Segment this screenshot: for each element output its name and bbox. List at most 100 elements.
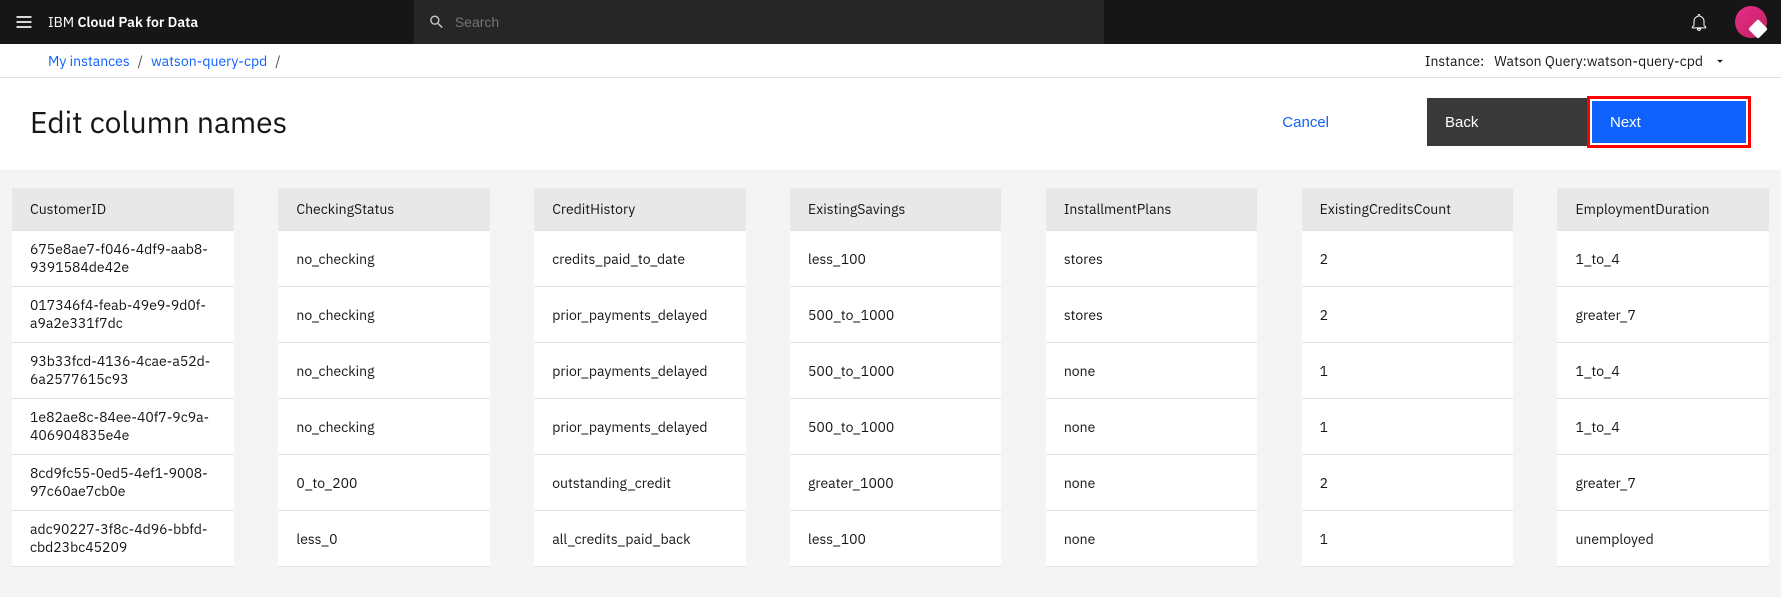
column-gap <box>746 343 790 399</box>
table-cell: less_0 <box>278 511 489 567</box>
titlebar: Edit column names Cancel Back Next <box>0 78 1781 170</box>
table-row[interactable]: adc90227-3f8c-4d96-bbfd-cbd23bc45209 less… <box>12 511 1769 567</box>
hamburger-icon <box>14 12 34 32</box>
instance-label: Instance: <box>1425 52 1484 70</box>
instance-value: Watson Query:watson-query-cpd <box>1494 52 1703 70</box>
column-gap <box>746 511 790 567</box>
column-gap <box>1513 455 1557 511</box>
column-header-employmentduration[interactable]: EmploymentDuration <box>1557 188 1769 231</box>
header-right <box>1679 0 1781 44</box>
next-button[interactable]: Next <box>1592 101 1746 143</box>
table-cell: greater_7 <box>1557 455 1769 511</box>
table-cell: credits_paid_to_date <box>534 231 745 287</box>
column-gap <box>1513 231 1557 287</box>
table-cell: 1 <box>1302 343 1513 399</box>
back-button[interactable]: Back <box>1427 98 1587 146</box>
notifications-button[interactable] <box>1679 0 1719 44</box>
search-icon <box>428 13 445 31</box>
table-cell: none <box>1046 455 1257 511</box>
table-row[interactable]: 8cd9fc55-0ed5-4ef1-9008-97c60ae7cb0e 0_to… <box>12 455 1769 511</box>
subheader: My instances / watson-query-cpd / Instan… <box>0 44 1781 78</box>
cancel-button[interactable]: Cancel <box>1254 100 1357 145</box>
column-gap <box>1001 188 1045 231</box>
table-area: CustomerID CheckingStatus CreditHistory … <box>0 170 1781 597</box>
column-header-existingcreditscount[interactable]: ExistingCreditsCount <box>1302 188 1513 231</box>
breadcrumb-sep: / <box>138 52 143 70</box>
search-input[interactable] <box>455 14 1090 30</box>
column-gap <box>1257 287 1301 343</box>
table-cell: no_checking <box>278 399 489 455</box>
table-row[interactable]: 017346f4-feab-49e9-9d0f-a9a2e331f7dcno_c… <box>12 287 1769 343</box>
breadcrumb: My instances / watson-query-cpd / <box>48 52 281 70</box>
column-header-credithistory[interactable]: CreditHistory <box>534 188 745 231</box>
column-header-existingsavings[interactable]: ExistingSavings <box>790 188 1001 231</box>
table-cell: prior_payments_delayed <box>534 343 745 399</box>
table-row[interactable]: 93b33fcd-4136-4cae-a52d-6a2577615c93no_c… <box>12 343 1769 399</box>
column-header-customerid[interactable]: CustomerID <box>12 188 234 231</box>
column-header-checkingstatus[interactable]: CheckingStatus <box>278 188 489 231</box>
column-gap <box>746 231 790 287</box>
table-cell: greater_1000 <box>790 455 1001 511</box>
bell-icon <box>1689 12 1709 32</box>
table-body: 675e8ae7-f046-4df9-aab8-9391584de42e no_c… <box>12 231 1769 567</box>
column-gap <box>1001 455 1045 511</box>
table-cell: stores <box>1046 231 1257 287</box>
column-gap <box>1513 287 1557 343</box>
column-gap <box>490 455 534 511</box>
breadcrumb-my-instances[interactable]: My instances <box>48 52 130 70</box>
column-gap <box>490 343 534 399</box>
search-box[interactable] <box>414 0 1104 44</box>
page-title: Edit column names <box>30 103 287 142</box>
column-gap <box>1257 343 1301 399</box>
table-cell: 675e8ae7-f046-4df9-aab8-9391584de42e <box>12 231 234 287</box>
column-gap <box>1257 455 1301 511</box>
table-cell: 2 <box>1302 455 1513 511</box>
column-header-installmentplans[interactable]: InstallmentPlans <box>1046 188 1257 231</box>
table-cell: no_checking <box>278 287 489 343</box>
table-cell: 2 <box>1302 231 1513 287</box>
column-gap <box>746 399 790 455</box>
column-gap <box>1001 287 1045 343</box>
table-row[interactable]: 1e82ae8c-84ee-40f7-9c9a-406904835e4e no_c… <box>12 399 1769 455</box>
table-cell: 1 <box>1302 511 1513 567</box>
table-cell: 1e82ae8c-84ee-40f7-9c9a-406904835e4e <box>12 399 234 455</box>
global-header: IBM Cloud Pak for Data <box>0 0 1781 44</box>
table-cell: stores <box>1046 287 1257 343</box>
table-scroll: CustomerID CheckingStatus CreditHistory … <box>12 188 1769 567</box>
column-gap <box>746 455 790 511</box>
column-gap <box>1257 231 1301 287</box>
breadcrumb-watson-query[interactable]: watson-query-cpd <box>151 52 267 70</box>
column-gap <box>1001 511 1045 567</box>
next-button-highlight: Next <box>1587 96 1751 148</box>
column-gap <box>1513 399 1557 455</box>
table-cell: 93b33fcd-4136-4cae-a52d-6a2577615c93 <box>12 343 234 399</box>
product-title: Cloud Pak for Data <box>77 13 198 31</box>
column-gap <box>490 511 534 567</box>
column-gap <box>234 399 278 455</box>
table-cell: 500_to_1000 <box>790 399 1001 455</box>
column-gap <box>234 455 278 511</box>
instance-selector[interactable]: Instance: Watson Query:watson-query-cpd <box>1425 52 1733 70</box>
table-cell: unemployed <box>1557 511 1769 567</box>
column-gap <box>490 188 534 231</box>
table-row[interactable]: 675e8ae7-f046-4df9-aab8-9391584de42eno_c… <box>12 231 1769 287</box>
table-cell: none <box>1046 511 1257 567</box>
breadcrumb-sep: / <box>275 52 280 70</box>
column-gap <box>234 511 278 567</box>
table-cell: adc90227-3f8c-4d96-bbfd-cbd23bc45209 <box>12 511 234 567</box>
table-cell: 0_to_200 <box>278 455 489 511</box>
table-cell: prior_payments_delayed <box>534 399 745 455</box>
table-cell: all_credits_paid_back <box>534 511 745 567</box>
table-cell: less_100 <box>790 231 1001 287</box>
column-gap <box>746 287 790 343</box>
menu-button[interactable] <box>0 0 48 44</box>
table-cell: 1_to_4 <box>1557 231 1769 287</box>
column-gap <box>234 231 278 287</box>
column-gap <box>1513 511 1557 567</box>
table-cell: 1_to_4 <box>1557 343 1769 399</box>
product-prefix: IBM <box>48 13 74 31</box>
table-cell: greater_7 <box>1557 287 1769 343</box>
column-gap <box>1001 231 1045 287</box>
avatar[interactable] <box>1735 6 1767 38</box>
table-cell: 8cd9fc55-0ed5-4ef1-9008-97c60ae7cb0e <box>12 455 234 511</box>
